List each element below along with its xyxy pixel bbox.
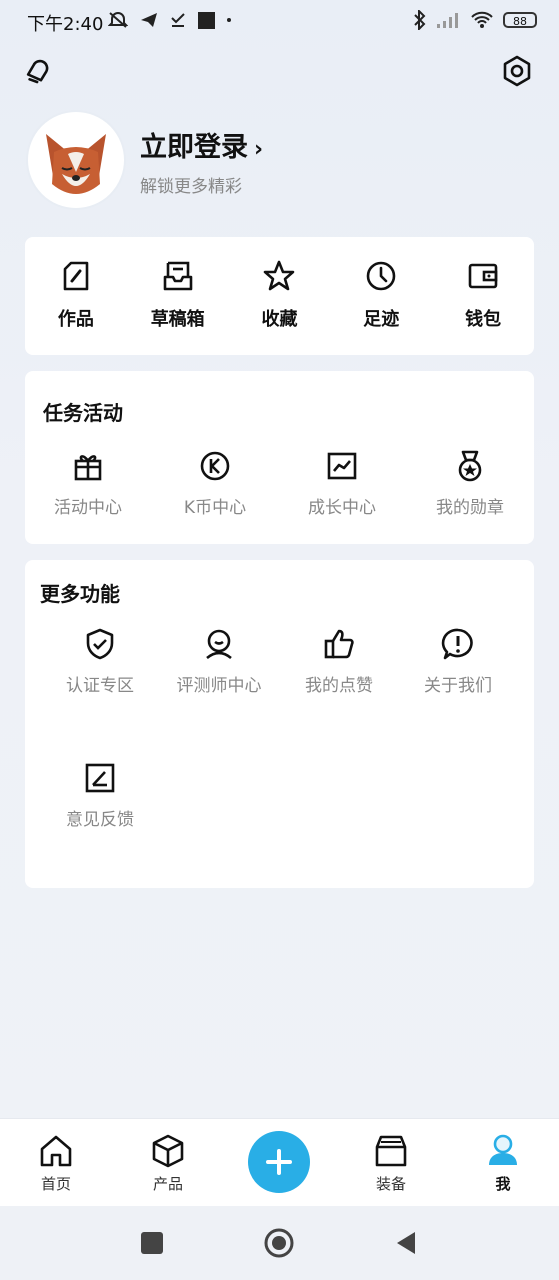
status-time: 下午2:40 [27, 14, 104, 35]
settings-icon[interactable] [500, 54, 534, 88]
tab-label: 我 [495, 1175, 511, 1193]
bottom-tab-bar: 首页 产品 装备 我 [0, 1118, 559, 1207]
grid-label: 成长中心 [308, 498, 376, 518]
feedback-icon [85, 763, 115, 793]
chevron-right-icon: › [254, 137, 264, 162]
more-card: 更多功能 认证专区 评测师中心 我的点赞 关于我们 意见反馈 [25, 560, 534, 888]
create-post-button[interactable] [248, 1131, 310, 1193]
status-notification-icons [108, 11, 231, 29]
task-item-growth-center[interactable]: 成长中心 [282, 449, 402, 518]
gift-icon [74, 455, 102, 481]
quick-label: 钱包 [465, 309, 502, 330]
status-bar: 下午2:40 88 [0, 0, 559, 42]
quick-item-wallet[interactable]: 钱包 [435, 259, 531, 331]
tasks-card: 任务活动 活动中心 K币中心 成长中心 我的勋章 [25, 371, 534, 544]
section-title: 更多功能 [40, 582, 120, 606]
more-item-certification[interactable]: 认证专区 [40, 627, 160, 696]
quick-actions-card: 作品 草稿箱 收藏 足迹 钱包 [25, 237, 534, 355]
back-button[interactable] [395, 1231, 417, 1255]
info-icon [441, 628, 473, 660]
login-subtitle: 解锁更多精彩 [140, 177, 242, 197]
more-item-feedback[interactable]: 意见反馈 [40, 761, 160, 830]
section-title: 任务活动 [43, 401, 123, 425]
bell-icon[interactable] [22, 54, 56, 88]
growth-chart-icon [327, 452, 357, 480]
quick-label: 足迹 [363, 309, 400, 330]
tab-products[interactable]: 产品 [133, 1133, 203, 1194]
tab-label: 装备 [375, 1175, 406, 1193]
equipment-icon [375, 1135, 407, 1167]
quick-item-works[interactable]: 作品 [28, 259, 124, 331]
grid-label: 关于我们 [424, 676, 492, 696]
dot-icon [227, 18, 231, 22]
grid-label: 活动中心 [54, 498, 122, 518]
medal-icon [458, 450, 482, 482]
quick-label: 作品 [57, 309, 94, 330]
quick-item-drafts[interactable]: 草稿箱 [130, 259, 226, 331]
plus-icon [266, 1149, 292, 1175]
home-icon [40, 1135, 72, 1167]
grid-label: 意见反馈 [66, 810, 134, 830]
tab-home[interactable]: 首页 [21, 1133, 91, 1194]
status-right: 88 [413, 10, 537, 30]
quick-label: 收藏 [261, 309, 298, 330]
k-coin-icon [200, 451, 230, 481]
quick-item-favorites[interactable]: 收藏 [231, 259, 327, 331]
drafts-icon [163, 261, 192, 291]
edit-square-icon [63, 261, 89, 291]
signal-icon [437, 13, 458, 28]
square-icon [198, 11, 215, 29]
corgi-avatar-icon [46, 134, 106, 194]
grid-label: 评测师中心 [176, 676, 262, 696]
task-item-activity-center[interactable]: 活动中心 [28, 449, 148, 518]
quick-item-history[interactable]: 足迹 [333, 259, 429, 331]
recents-button[interactable] [141, 1232, 163, 1254]
grid-label: K币中心 [183, 498, 247, 518]
task-item-k-coin-center[interactable]: K币中心 [155, 449, 275, 518]
thumbs-up-icon [324, 629, 354, 659]
clock-icon [366, 261, 396, 291]
home-button[interactable] [263, 1227, 295, 1259]
login-title: 立即登录 [140, 132, 248, 163]
more-item-my-likes[interactable]: 我的点赞 [279, 627, 399, 696]
user-icon [489, 1134, 517, 1165]
mute-icon [108, 12, 128, 28]
tab-me[interactable]: 我 [468, 1133, 538, 1194]
grid-label: 我的点赞 [305, 676, 373, 696]
battery-indicator: 88 [503, 12, 537, 28]
reviewer-icon [206, 629, 232, 660]
tab-label: 产品 [152, 1175, 183, 1193]
grid-label: 我的勋章 [436, 498, 504, 518]
more-item-about-us[interactable]: 关于我们 [398, 627, 518, 696]
more-item-reviewer-center[interactable]: 评测师中心 [159, 627, 279, 696]
shield-check-icon [86, 628, 114, 660]
wifi-icon [471, 11, 493, 28]
box-icon [152, 1134, 184, 1168]
system-nav-bar [0, 1206, 559, 1280]
bluetooth-icon [414, 10, 426, 30]
task-item-my-medals[interactable]: 我的勋章 [410, 449, 530, 518]
login-link[interactable]: 立即登录 › [140, 125, 263, 164]
tab-label: 首页 [40, 1175, 71, 1193]
grid-label: 认证专区 [66, 676, 134, 696]
tab-equipment[interactable]: 装备 [356, 1133, 426, 1194]
telegram-icon [141, 13, 157, 27]
quick-label: 草稿箱 [150, 309, 205, 330]
star-icon [264, 260, 295, 291]
avatar[interactable] [26, 110, 126, 210]
wallet-icon [468, 263, 498, 289]
check-icon [171, 13, 185, 27]
